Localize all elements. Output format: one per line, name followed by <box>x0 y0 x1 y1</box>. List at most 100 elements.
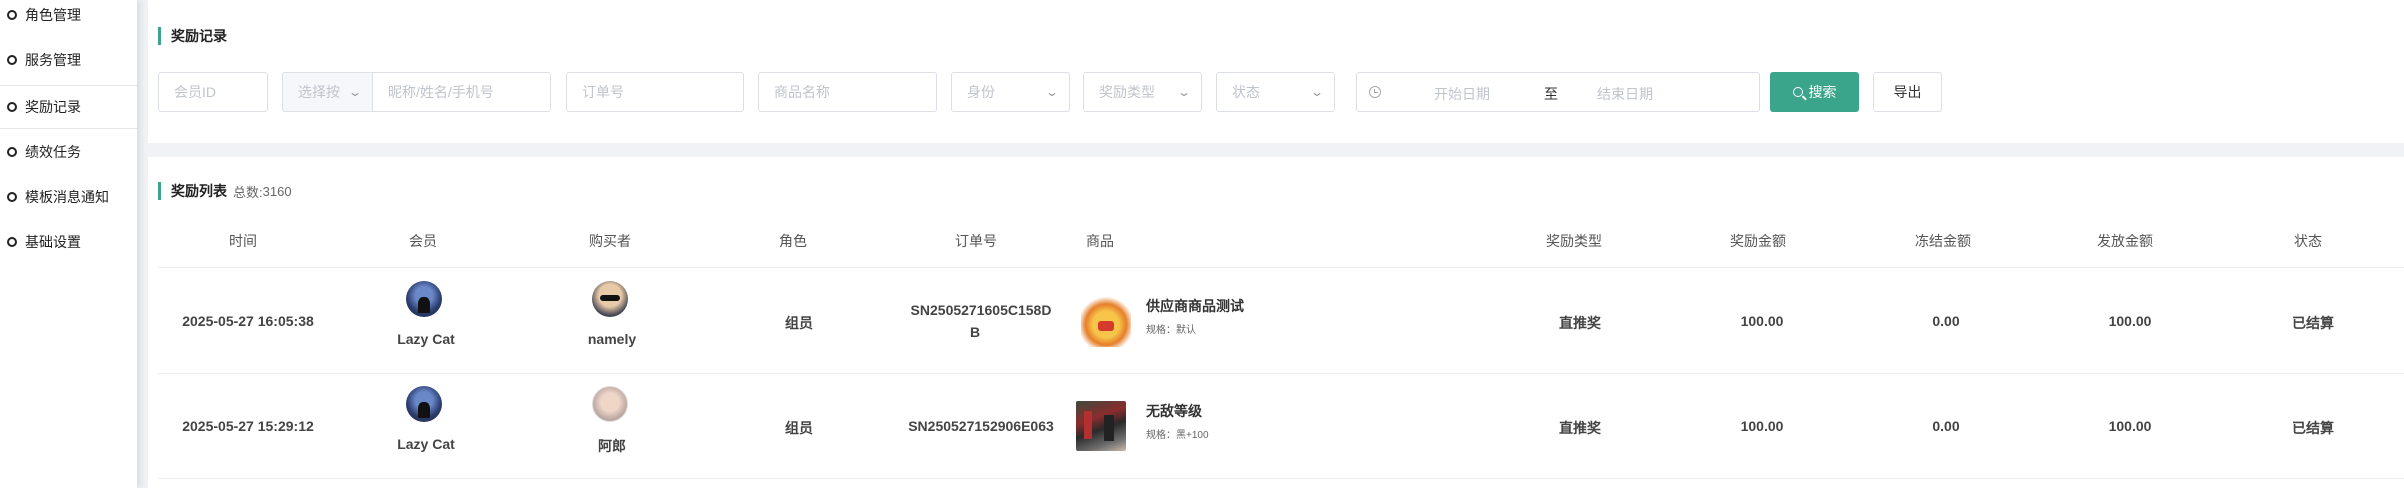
row-paid-amount: 100.00 <box>2108 313 2152 329</box>
accent-bar <box>158 27 161 45</box>
main-content: 奖励记录 选择按 ⌄ 身份 ⌄ 奖励类型 ⌄ 状态 ⌄ 开始日期 至 结束日期 <box>148 0 2404 488</box>
row-reward-amount: 100.00 <box>1740 418 1784 434</box>
section-title: 奖励记录 <box>158 26 227 46</box>
column-header-reward-amount: 奖励金额 <box>1730 233 1786 249</box>
row-role: 组员 <box>785 315 813 331</box>
row-paid-amount: 100.00 <box>2108 418 2152 434</box>
end-date-field[interactable]: 结束日期 <box>1597 84 1653 104</box>
row-time: 2025-05-27 16:05:38 <box>182 313 314 329</box>
row-product-name: 无敌等级 <box>1146 403 1202 419</box>
filter-panel: 奖励记录 选择按 ⌄ 身份 ⌄ 奖励类型 ⌄ 状态 ⌄ 开始日期 至 结束日期 <box>148 0 2404 143</box>
row-buyer: 阿郎 <box>598 438 626 454</box>
column-header-buyer: 购买者 <box>589 233 631 249</box>
total-count: 3160 <box>262 183 292 199</box>
circle-icon <box>7 192 17 202</box>
row-reward-type: 直推奖 <box>1559 315 1601 331</box>
total-count-label: 总数: <box>233 184 263 200</box>
list-title-text: 奖励列表 <box>171 183 227 199</box>
product-image <box>1076 401 1126 451</box>
sidebar-item-roles[interactable]: 角色管理 <box>0 0 137 35</box>
column-header-product: 商品 <box>1086 233 1114 249</box>
member-avatar <box>406 386 442 422</box>
buyer-avatar <box>592 386 628 422</box>
member-id-input[interactable] <box>158 72 268 112</box>
chevron-down-icon: ⌄ <box>1176 85 1192 99</box>
column-header-role: 角色 <box>779 233 807 249</box>
search-icon <box>1792 87 1803 97</box>
column-header-status: 状态 <box>2294 233 2322 249</box>
accent-bar <box>158 182 161 200</box>
chevron-down-icon: ⌄ <box>1309 85 1325 99</box>
reward-type-value: 奖励类型 <box>1099 84 1155 100</box>
divider <box>158 478 2404 479</box>
row-order-number-cont: B <box>969 324 981 340</box>
sidebar-item-label: 绩效任务 <box>25 144 81 160</box>
row-member: Lazy Cat <box>397 436 455 452</box>
product-image <box>1081 297 1131 347</box>
row-frozen-amount: 0.00 <box>1932 313 1960 329</box>
date-range-picker[interactable]: 开始日期 至 结束日期 <box>1356 72 1760 112</box>
member-avatar <box>406 281 442 317</box>
row-reward-type: 直推奖 <box>1559 420 1601 436</box>
search-button[interactable]: 搜索 <box>1770 72 1859 112</box>
sidebar-item-label: 基础设置 <box>25 234 81 250</box>
circle-icon <box>7 55 17 65</box>
column-header-order: 订单号 <box>955 233 997 249</box>
sidebar-item-basic-settings[interactable]: 基础设置 <box>0 222 137 262</box>
chevron-down-icon: ⌄ <box>1044 85 1060 99</box>
chevron-down-icon: ⌄ <box>347 85 363 99</box>
search-by-select[interactable]: 选择按 ⌄ <box>282 72 372 112</box>
status-select[interactable]: 状态 ⌄ <box>1216 72 1335 112</box>
row-reward-amount: 100.00 <box>1740 313 1784 329</box>
sidebar-item-services[interactable]: 服务管理 <box>0 40 137 80</box>
sidebar-item-performance-tasks[interactable]: 绩效任务 <box>0 132 137 172</box>
start-date-field[interactable]: 开始日期 <box>1434 84 1490 104</box>
product-name-input[interactable] <box>758 72 937 112</box>
export-button-label: 导出 <box>1893 84 1922 100</box>
status-value: 状态 <box>1232 84 1260 100</box>
circle-icon <box>7 10 17 20</box>
row-time: 2025-05-27 15:29:12 <box>182 418 314 434</box>
sidebar-item-label: 服务管理 <box>25 52 81 68</box>
row-role: 组员 <box>785 420 813 436</box>
row-member: Lazy Cat <box>397 331 455 347</box>
reward-list-panel: 奖励列表 总数: 3160 <box>148 157 2404 488</box>
row-product-spec: 规格：默认 <box>1146 325 1196 336</box>
column-header-reward-type: 奖励类型 <box>1546 233 1602 249</box>
sidebar-item-template-notifications[interactable]: 模板消息通知 <box>0 177 137 217</box>
row-frozen-amount: 0.00 <box>1932 418 1960 434</box>
search-by-value: 选择按 <box>298 84 340 100</box>
row-order-number: SN250527152906E063 <box>908 418 1054 434</box>
row-status: 已结算 <box>2292 315 2334 331</box>
circle-icon <box>7 102 17 112</box>
row-product-spec: 规格：黑+100 <box>1146 430 1209 441</box>
column-header-time: 时间 <box>229 233 257 249</box>
row-status: 已结算 <box>2292 420 2334 436</box>
sidebar: 角色管理 服务管理 奖励记录 绩效任务 模板消息通知 基础设置 <box>0 0 137 488</box>
column-header-paid-amount: 发放金额 <box>2097 233 2153 249</box>
row-order-number: SN2505271605C158D <box>910 302 1052 318</box>
page-title: 奖励记录 <box>171 28 227 44</box>
identity-value: 身份 <box>967 84 995 100</box>
column-header-member: 会员 <box>409 233 437 249</box>
identity-select[interactable]: 身份 ⌄ <box>951 72 1070 112</box>
column-header-frozen-amount: 冻结金额 <box>1915 233 1971 249</box>
export-button[interactable]: 导出 <box>1873 72 1942 112</box>
list-title: 奖励列表 总数: 3160 <box>158 181 292 201</box>
reward-type-select[interactable]: 奖励类型 ⌄ <box>1083 72 1202 112</box>
buyer-avatar <box>592 281 628 317</box>
sidebar-item-label: 奖励记录 <box>25 99 81 115</box>
divider <box>158 373 2404 374</box>
circle-icon <box>7 237 17 247</box>
clock-icon <box>1369 86 1381 98</box>
order-number-input[interactable] <box>566 72 744 112</box>
row-product-name: 供应商商品测试 <box>1146 298 1244 314</box>
circle-icon <box>7 147 17 157</box>
row-buyer: namely <box>587 331 637 347</box>
search-button-label: 搜索 <box>1808 84 1837 100</box>
date-separator: 至 <box>1544 86 1558 102</box>
divider <box>158 267 2404 268</box>
sidebar-item-reward-records[interactable]: 奖励记录 <box>0 85 137 129</box>
name-phone-input[interactable] <box>372 72 551 112</box>
sidebar-item-label: 模板消息通知 <box>25 189 109 205</box>
